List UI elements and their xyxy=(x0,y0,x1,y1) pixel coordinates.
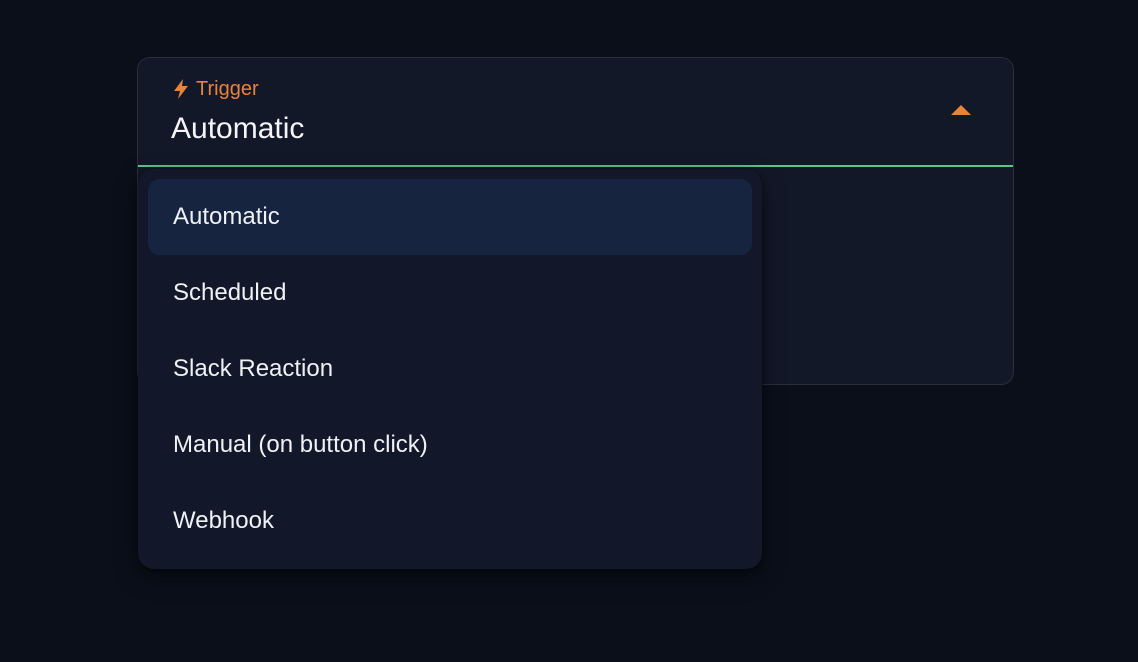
caret-up-icon[interactable] xyxy=(951,105,971,115)
trigger-label-text: Trigger xyxy=(196,78,259,100)
trigger-dropdown-menu: Automatic Scheduled Slack Reaction Manua… xyxy=(138,169,762,569)
menu-item-manual[interactable]: Manual (on button click) xyxy=(148,407,752,483)
menu-item-label: Webhook xyxy=(173,507,274,534)
menu-item-label: Automatic xyxy=(173,203,280,230)
menu-item-webhook[interactable]: Webhook xyxy=(148,483,752,559)
trigger-selected-value: Automatic xyxy=(171,112,305,145)
menu-item-automatic[interactable]: Automatic xyxy=(148,179,752,255)
menu-item-label: Manual (on button click) xyxy=(173,431,428,458)
menu-item-label: Slack Reaction xyxy=(173,355,334,382)
bolt-icon xyxy=(172,78,190,100)
menu-item-label: Scheduled xyxy=(173,279,287,306)
trigger-select[interactable]: Trigger Automatic xyxy=(138,58,1013,167)
trigger-label: Trigger xyxy=(172,77,259,101)
menu-item-slack-reaction[interactable]: Slack Reaction xyxy=(148,331,752,407)
menu-item-scheduled[interactable]: Scheduled xyxy=(148,255,752,331)
page: Trigger Automatic Automatic Scheduled Sl… xyxy=(0,0,1138,662)
